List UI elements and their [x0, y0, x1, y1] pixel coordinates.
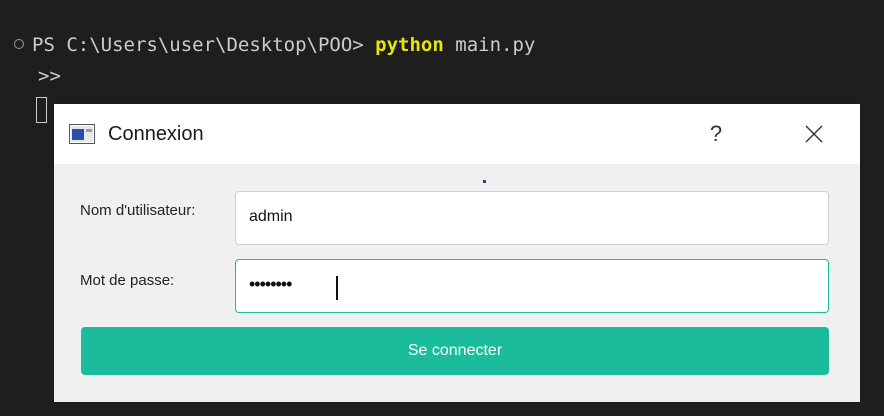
dialog-title: Connexion	[108, 123, 204, 145]
text-caret	[336, 276, 338, 300]
terminal-cursor	[36, 97, 47, 123]
terminal-args: main.py	[443, 34, 536, 56]
password-label: Mot de passe:	[80, 272, 175, 289]
dialog-titlebar[interactable]: Connexion ?	[54, 104, 860, 164]
password-value: ••••••••	[249, 274, 292, 294]
terminal-continuation: >>	[38, 65, 61, 87]
password-field[interactable]: ••••••••	[235, 259, 829, 313]
login-dialog: Connexion ? Nom d'utilisateur: admin Mot…	[54, 104, 860, 402]
terminal-command: python	[375, 34, 444, 56]
username-label: Nom d'utilisateur:	[80, 202, 196, 219]
help-button[interactable]: ?	[686, 114, 746, 154]
terminal-prompt: PS C:\Users\user\Desktop\POO>	[32, 34, 376, 56]
username-value: admin	[249, 208, 293, 225]
close-icon	[784, 125, 844, 158]
status-circle-icon	[14, 38, 24, 49]
username-field[interactable]: admin	[235, 191, 829, 245]
close-button[interactable]	[784, 114, 844, 154]
focus-dot	[483, 180, 486, 183]
connect-button[interactable]: Se connecter	[81, 327, 829, 375]
app-window-icon	[69, 124, 95, 144]
terminal-command-line: PS C:\Users\user\Desktop\POO> python mai…	[14, 33, 535, 57]
